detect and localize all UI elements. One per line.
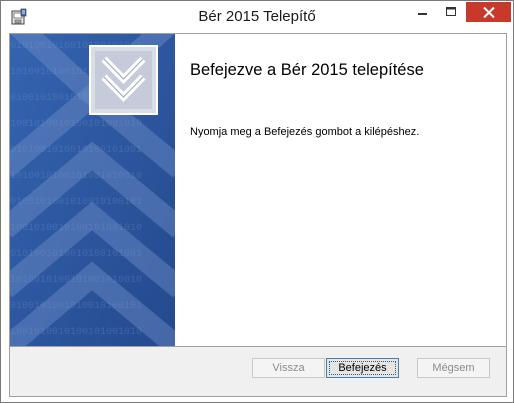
maximize-button[interactable] [437, 2, 464, 22]
svg-text:1001010010100101001010: 1001010010100101001010 [10, 119, 142, 130]
back-button-label: Vissza [272, 362, 305, 374]
wizard-panel: 0101001010010100101001 10100101001010010… [9, 33, 507, 397]
maximize-icon [445, 7, 456, 16]
wizard-banner: 0101001010010100101001 10100101001010010… [10, 34, 175, 346]
finish-button[interactable]: Befejezés [326, 358, 399, 378]
page-title: Befejezve a Bér 2015 telepítése [190, 61, 424, 79]
title-bar[interactable]: Bér 2015 Telepítő [1, 1, 513, 33]
focus-ring [329, 361, 396, 375]
instruction-text: Nyomja meg a Befejezés gombot a kilépésh… [190, 126, 420, 138]
cancel-button[interactable]: Mégsem [417, 358, 490, 378]
svg-text:1010010100101001010010: 1010010100101001010010 [10, 171, 142, 182]
minimize-icon [418, 13, 427, 15]
svg-text:0100101001010010100101: 0100101001010010100101 [10, 197, 142, 208]
svg-text:1010010100101001010010: 1010010100101001010010 [10, 275, 142, 286]
svg-text:0100101001010010100101: 0100101001010010100101 [10, 301, 142, 312]
double-chevron-down-icon [89, 45, 158, 115]
svg-text:0101001010010100101001: 0101001010010100101001 [10, 145, 142, 156]
cancel-button-label: Mégsem [432, 362, 475, 374]
back-button[interactable]: Vissza [252, 358, 325, 378]
installer-window: Bér 2015 Telepítő 0101001010010100101001… [0, 0, 514, 403]
close-button[interactable] [466, 2, 511, 22]
svg-text:1001010010100101001010: 1001010010100101001010 [10, 327, 142, 338]
svg-text:1001010010100101001010: 1001010010100101001010 [10, 223, 142, 234]
close-icon [482, 6, 495, 18]
banner-graphic: 0101001010010100101001 10100101001010010… [10, 34, 175, 346]
svg-text:0101001010010100101001: 0101001010010100101001 [10, 249, 142, 260]
wizard-content: Befejezve a Bér 2015 telepítése Nyomja m… [175, 34, 506, 346]
button-bar: Vissza Befejezés Mégsem [10, 347, 506, 396]
minimize-button[interactable] [409, 2, 437, 22]
